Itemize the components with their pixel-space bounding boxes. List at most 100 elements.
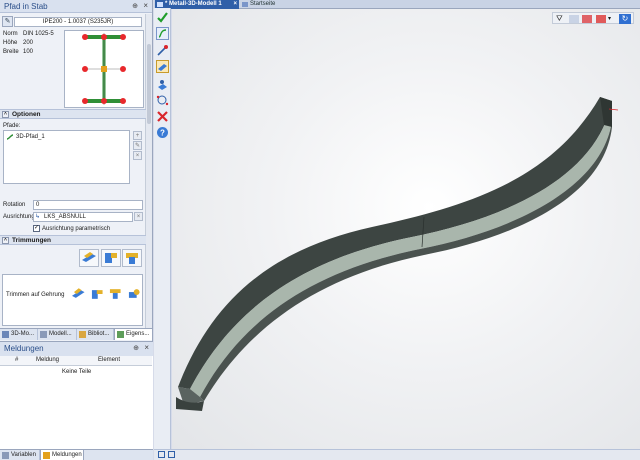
doc-tab-label: Startseite bbox=[250, 1, 276, 7]
profile-field[interactable]: IPE200 - 1.0037 (S235JR) bbox=[14, 17, 142, 27]
alignment-value: LKS_ABSNULL bbox=[44, 214, 87, 220]
tab-model[interactable]: Modell... bbox=[38, 329, 77, 340]
point-icon[interactable] bbox=[156, 78, 169, 91]
split-view-icon[interactable] bbox=[168, 451, 175, 458]
trim-corner-icon bbox=[105, 253, 117, 263]
collapse-icon[interactable]: ^ bbox=[2, 237, 9, 244]
trim-header-label: Trimmungen bbox=[12, 237, 52, 244]
prop-value-norm: DIN 1025-5 bbox=[23, 31, 54, 37]
document-icon bbox=[157, 2, 163, 7]
panel-title-bar: Pfad in Stab ⊕ × bbox=[0, 0, 152, 13]
model-icon bbox=[2, 331, 9, 338]
library-icon bbox=[79, 331, 86, 338]
panel-scroll-thumb[interactable] bbox=[147, 44, 151, 124]
properties-icon bbox=[117, 331, 124, 338]
i-beam-preview-image bbox=[82, 33, 126, 105]
tab-label: Variablen bbox=[11, 452, 36, 458]
miter-trim-label: Trimmen auf Gehrung bbox=[6, 292, 65, 298]
prop-value-width: 100 bbox=[23, 49, 34, 55]
tab-start-page[interactable]: Startseite bbox=[240, 0, 290, 9]
wrench-icon: ✎ bbox=[4, 18, 11, 25]
warning-icon bbox=[43, 452, 50, 459]
variables-icon bbox=[2, 452, 9, 459]
trim-options-box: Trimmen auf Gehrung bbox=[2, 274, 143, 326]
profile-select-button[interactable]: ✎ bbox=[2, 16, 13, 27]
start-page-icon bbox=[242, 2, 248, 7]
close-icon[interactable]: × bbox=[143, 1, 148, 10]
panel-tabbar: 3D-Mo... Modell... Bibliot... Eigens... bbox=[0, 328, 153, 340]
prop-label-norm: Norm bbox=[3, 31, 18, 37]
prop-value-height: 200 bbox=[23, 40, 34, 46]
messages-title: Meldungen bbox=[4, 344, 44, 353]
alignment-field[interactable]: ↳ LKS_ABSNULL bbox=[33, 212, 133, 222]
list-item[interactable]: 3D-Pfad_1 bbox=[6, 133, 45, 141]
parametric-label: Ausrichtung parametrisch bbox=[42, 225, 111, 232]
options-section-header[interactable]: ^ Optionen bbox=[0, 109, 146, 119]
doc-tab-label: * Metall-3D-Modell 1 bbox=[165, 1, 222, 7]
prop-label-width: Breite bbox=[3, 49, 19, 55]
tree-icon bbox=[40, 331, 47, 338]
tab-variables[interactable]: Variablen bbox=[0, 450, 40, 460]
pin-icon[interactable]: ⊕ bbox=[133, 344, 139, 352]
parametric-checkbox[interactable]: ✓ bbox=[33, 225, 40, 232]
path-icon bbox=[6, 134, 14, 140]
clear-alignment-button[interactable]: × bbox=[134, 212, 143, 221]
trim-type-2-button[interactable] bbox=[101, 249, 121, 267]
messages-grid-header: # Meldung Element bbox=[0, 356, 152, 366]
messages-title-bar: Meldungen ⊕ × bbox=[0, 342, 153, 356]
profile-preview bbox=[64, 30, 144, 108]
edit-path-button[interactable]: ✎ bbox=[133, 141, 142, 150]
add-path-button[interactable]: + bbox=[133, 131, 142, 140]
confirm-icon[interactable] bbox=[156, 11, 169, 24]
miter-tee-icon[interactable] bbox=[108, 287, 123, 301]
tab-label: Meldungen bbox=[52, 452, 82, 458]
messages-panel: Meldungen ⊕ × # Meldung Element Keine Te… bbox=[0, 341, 153, 460]
miter-beam-icon[interactable] bbox=[71, 287, 86, 301]
paths-label: Pfade: bbox=[3, 123, 21, 129]
path-item-label: 3D-Pfad_1 bbox=[16, 134, 45, 140]
beam-place-icon[interactable] bbox=[156, 60, 169, 73]
col-message[interactable]: Meldung bbox=[36, 356, 59, 365]
rotation-input[interactable]: 0 bbox=[33, 200, 143, 210]
parametric-checkbox-row[interactable]: ✓ Ausrichtung parametrisch bbox=[33, 225, 110, 232]
tab-3d-model[interactable]: 3D-Mo... bbox=[0, 329, 38, 340]
trim-type-1-button[interactable] bbox=[79, 249, 99, 267]
pin-icon[interactable]: ⊕ bbox=[132, 2, 138, 10]
document-tabbar: * Metall-3D-Modell 1 × Startseite bbox=[154, 0, 640, 9]
options-header-label: Optionen bbox=[12, 111, 41, 118]
trim-tee-icon bbox=[126, 253, 138, 264]
tab-label: Bibliot... bbox=[88, 331, 110, 337]
command-toolbar: ? bbox=[154, 8, 171, 460]
tab-label: 3D-Mo... bbox=[11, 331, 35, 337]
tab-label: Modell... bbox=[49, 331, 72, 337]
axis-icon: ↳ bbox=[35, 214, 41, 220]
close-icon[interactable]: × bbox=[144, 343, 149, 352]
3d-viewport[interactable]: ⛛ ▾ ↻ bbox=[172, 9, 640, 449]
status-bar bbox=[154, 449, 640, 460]
trim-section-header[interactable]: ^ Trimmungen bbox=[0, 235, 146, 245]
transform-icon[interactable] bbox=[156, 94, 169, 107]
curved-beam-model[interactable] bbox=[172, 9, 640, 449]
help-icon[interactable]: ? bbox=[156, 126, 169, 139]
panel-title: Pfad in Stab bbox=[4, 2, 48, 11]
rotation-label: Rotation bbox=[3, 202, 26, 208]
paths-list[interactable]: 3D-Pfad_1 bbox=[3, 130, 130, 184]
remove-path-button[interactable]: × bbox=[133, 151, 142, 160]
miter-corner-icon[interactable] bbox=[90, 287, 105, 301]
prop-label-height: Höhe bbox=[3, 40, 18, 46]
miter-weld-icon[interactable] bbox=[127, 287, 142, 301]
pick-tool-icon[interactable] bbox=[156, 44, 169, 57]
panel-scrollbar[interactable] bbox=[145, 14, 152, 328]
close-tab-icon[interactable]: × bbox=[233, 0, 237, 8]
trim-type-3-button[interactable] bbox=[122, 249, 142, 267]
tab-library[interactable]: Bibliot... bbox=[77, 329, 114, 340]
col-number[interactable]: # bbox=[15, 356, 18, 365]
single-view-icon[interactable] bbox=[158, 451, 165, 458]
collapse-icon[interactable]: ^ bbox=[2, 111, 9, 118]
tab-properties[interactable]: Eigens... bbox=[114, 329, 153, 340]
col-element[interactable]: Element bbox=[98, 356, 120, 365]
cancel-icon[interactable] bbox=[156, 110, 169, 123]
path-select-icon[interactable] bbox=[156, 27, 169, 40]
tab-messages[interactable]: Meldungen bbox=[40, 450, 84, 460]
svg-text:?: ? bbox=[160, 129, 165, 138]
